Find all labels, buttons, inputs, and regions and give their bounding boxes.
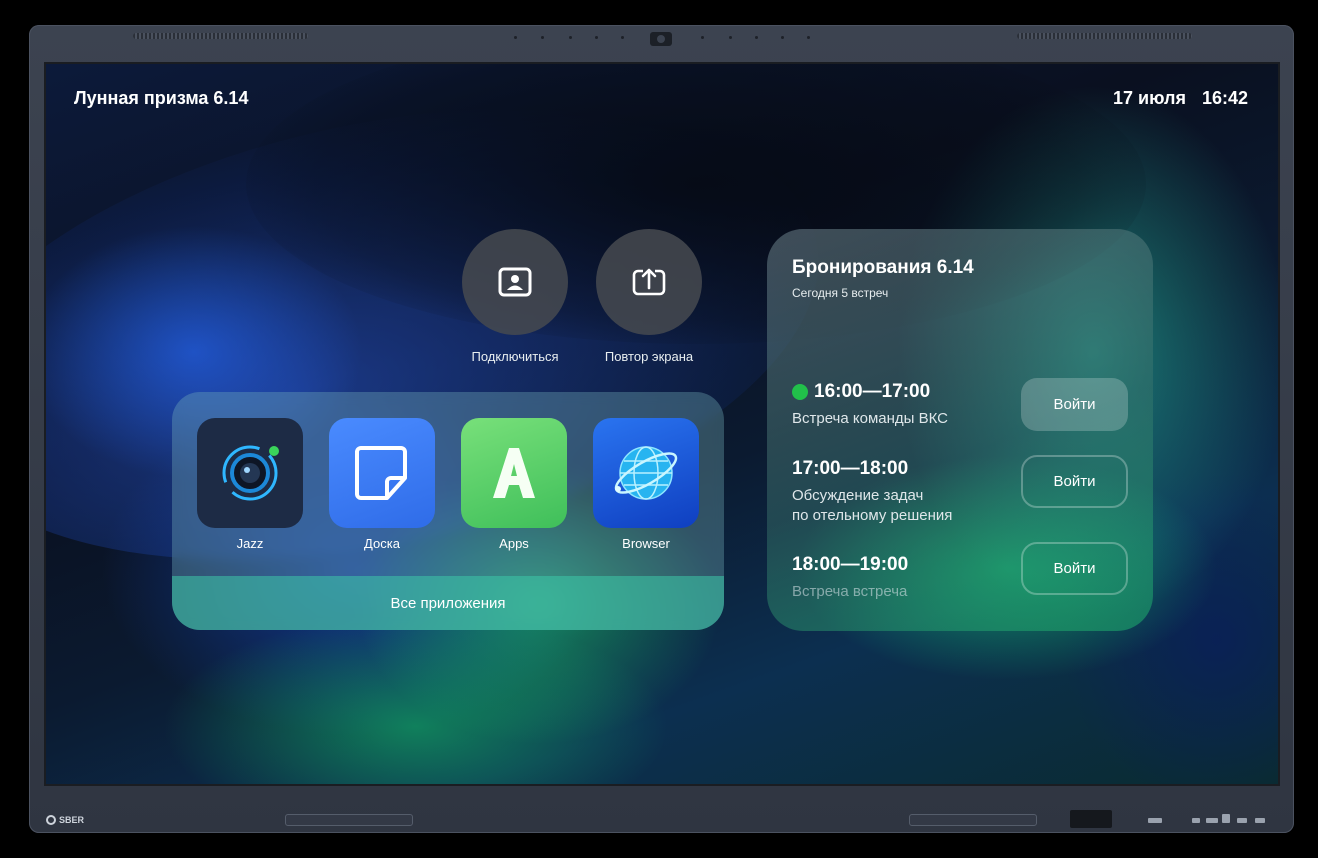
app-doska[interactable]: Доска: [329, 418, 435, 551]
apps-letter-graphic: [493, 448, 535, 498]
join-button[interactable]: Войти: [1021, 378, 1128, 431]
usb-port-icon: [1237, 818, 1247, 823]
connect-action[interactable]: Подключиться: [450, 229, 580, 364]
mic-dot: [807, 36, 810, 39]
meeting-item: 18:00—19:00 Встреча встреча Войти: [792, 542, 1128, 602]
booking-title: Бронирования 6.14: [792, 257, 974, 278]
join-button[interactable]: Войти: [1021, 455, 1128, 508]
display-device: Лунная призма 6.14 17 июля 16:42 Подключ…: [29, 25, 1294, 833]
speaker-grille-right: [1017, 33, 1192, 39]
screen: Лунная призма 6.14 17 июля 16:42 Подключ…: [44, 62, 1280, 786]
screen-share-button[interactable]: [596, 229, 702, 335]
pen-slot: [909, 814, 1037, 826]
ir-sensor: [1070, 810, 1112, 828]
pen-slot: [285, 814, 413, 826]
app-browser[interactable]: Browser: [593, 418, 699, 551]
mic-dot: [701, 36, 704, 39]
jazz-camera-icon[interactable]: [197, 418, 303, 528]
port-icon: [1222, 814, 1230, 823]
mic-dot: [541, 36, 544, 39]
room-name: Лунная призма 6.14: [74, 88, 249, 108]
mic-dot: [595, 36, 598, 39]
usb-port-icon: [1255, 818, 1265, 823]
connect-label: Подключиться: [471, 349, 559, 364]
app-browser-label: Browser: [622, 536, 670, 551]
status-bar: Лунная призма 6.14 17 июля 16:42: [74, 88, 1248, 109]
whiteboard-graphic: [355, 446, 407, 500]
meeting-item: 17:00—18:00 Обсуждение задач по отельном…: [792, 455, 1128, 526]
usb-port-icon: [1148, 818, 1162, 823]
booking-panel: Бронирования 6.14 Сегодня 5 встреч 16:00…: [767, 229, 1153, 631]
globe-graphic: [614, 446, 678, 500]
bottom-bezel: SBER: [29, 795, 1294, 833]
date-label: 17 июля: [1113, 88, 1186, 108]
screen-share-icon: [632, 268, 666, 296]
camera-icon: [650, 32, 672, 46]
screen-share-action[interactable]: Повтор экрана: [584, 229, 714, 364]
mic-dot: [755, 36, 758, 39]
mic-dot: [729, 36, 732, 39]
apps-store-icon[interactable]: [461, 418, 567, 528]
whiteboard-icon[interactable]: [329, 418, 435, 528]
contact-card-icon: [498, 267, 532, 297]
booking-subtitle: Сегодня 5 встреч: [792, 286, 889, 300]
apps-row: Jazz Доска Apps Browser: [197, 418, 699, 551]
mic-dot: [569, 36, 572, 39]
time-label: 16:42: [1201, 88, 1248, 108]
apps-panel: Jazz Доска Apps Browser Все приложения: [172, 392, 724, 630]
all-apps-button[interactable]: Все приложения: [172, 576, 724, 630]
port-icon: [1192, 818, 1200, 823]
speaker-grille-left: [133, 33, 308, 39]
app-jazz[interactable]: Jazz: [197, 418, 303, 551]
app-apps[interactable]: Apps: [461, 418, 567, 551]
brand-logo: SBER: [46, 815, 84, 825]
meeting-item: 16:00—17:00 Встреча команды ВКС Войти: [792, 378, 1128, 431]
brand-name: SBER: [59, 815, 85, 825]
app-apps-label: Apps: [499, 536, 529, 551]
clock: 17 июля 16:42: [1113, 88, 1248, 109]
meeting-time: 16:00—17:00: [814, 381, 931, 402]
jazz-lens-graphic: [222, 445, 279, 501]
connect-button[interactable]: [462, 229, 568, 335]
meeting-description-line: по отельному решения: [792, 507, 953, 524]
live-indicator-icon: [792, 384, 808, 400]
app-doska-label: Доска: [364, 536, 400, 551]
app-jazz-label: Jazz: [236, 536, 264, 551]
mic-dot: [514, 36, 517, 39]
browser-globe-icon[interactable]: [593, 418, 699, 528]
screen-share-label: Повтор экрана: [604, 349, 694, 364]
sber-logo-icon: [46, 815, 56, 825]
mic-dot: [621, 36, 624, 39]
join-button[interactable]: Войти: [1021, 542, 1128, 595]
hdmi-port-icon: [1206, 818, 1218, 823]
mic-dot: [781, 36, 784, 39]
